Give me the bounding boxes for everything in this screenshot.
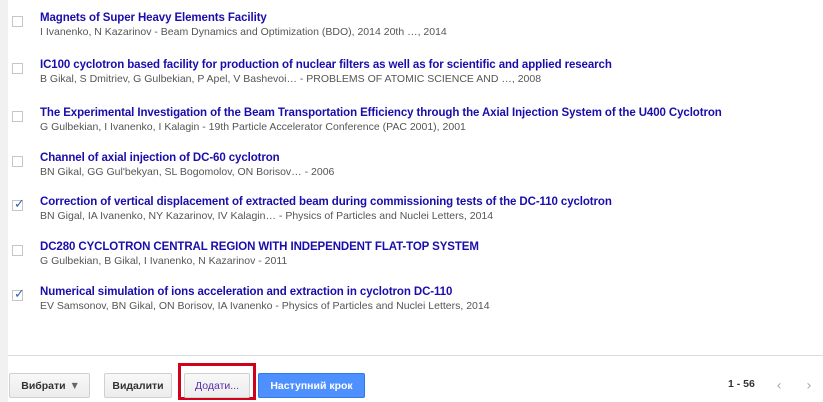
select-dropdown-button[interactable]: Вибрати ▼	[9, 373, 90, 398]
result-meta: B Gikal, S Dmitriev, G Gulbekian, P Apel…	[40, 73, 542, 85]
result-meta: BN Gigal, IA Ivanenko, NY Kazarinov, IV …	[40, 210, 494, 222]
result-checkbox[interactable]	[12, 245, 23, 256]
prev-page-icon[interactable]: ‹	[768, 373, 790, 398]
result-checkbox-checked[interactable]: ✓	[12, 287, 25, 302]
add-button[interactable]: Додати...	[184, 373, 250, 398]
select-label: Вибрати	[21, 379, 66, 392]
result-meta: EV Samsonov, BN Gikal, ON Borisov, IA Iv…	[40, 300, 490, 312]
check-icon: ✓	[14, 287, 25, 302]
result-checkbox[interactable]	[12, 16, 23, 27]
result-title[interactable]: Numerical simulation of ions acceleratio…	[40, 286, 452, 298]
result-meta: BN Gikal, GG Gul'bekyan, SL Bogomolov, O…	[40, 166, 335, 178]
result-checkbox[interactable]	[12, 156, 23, 167]
next-page-icon[interactable]: ›	[798, 373, 820, 398]
pagination-range: 1 - 56	[728, 378, 755, 390]
next-step-button[interactable]: Наступний крок	[258, 373, 365, 398]
delete-button[interactable]: Видалити	[104, 373, 172, 398]
result-title[interactable]: Channel of axial injection of DC-60 cycl…	[40, 152, 280, 164]
result-title[interactable]: Magnets of Super Heavy Elements Facility	[40, 12, 267, 24]
result-checkbox[interactable]	[12, 111, 23, 122]
check-icon: ✓	[14, 197, 25, 212]
result-meta: G Gulbekian, I Ivanenko, I Kalagin - 19t…	[40, 121, 466, 133]
result-meta: G Gulbekian, B Gikal, I Ivanenko, N Kaza…	[40, 255, 288, 267]
chevron-down-icon: ▼	[71, 381, 78, 390]
result-checkbox-checked[interactable]: ✓	[12, 197, 25, 212]
result-meta: I Ivanenko, N Kazarinov - Beam Dynamics …	[40, 26, 447, 38]
result-title[interactable]: DC280 CYCLOTRON CENTRAL REGION WITH INDE…	[40, 241, 479, 253]
result-title[interactable]: IC100 cyclotron based facility for produ…	[40, 59, 612, 71]
result-title[interactable]: The Experimental Investigation of the Be…	[40, 107, 722, 119]
action-toolbar: Вибрати ▼ Видалити Додати... Наступний к…	[8, 355, 823, 402]
result-title[interactable]: Correction of vertical displacement of e…	[40, 196, 612, 208]
result-checkbox[interactable]	[12, 63, 23, 74]
